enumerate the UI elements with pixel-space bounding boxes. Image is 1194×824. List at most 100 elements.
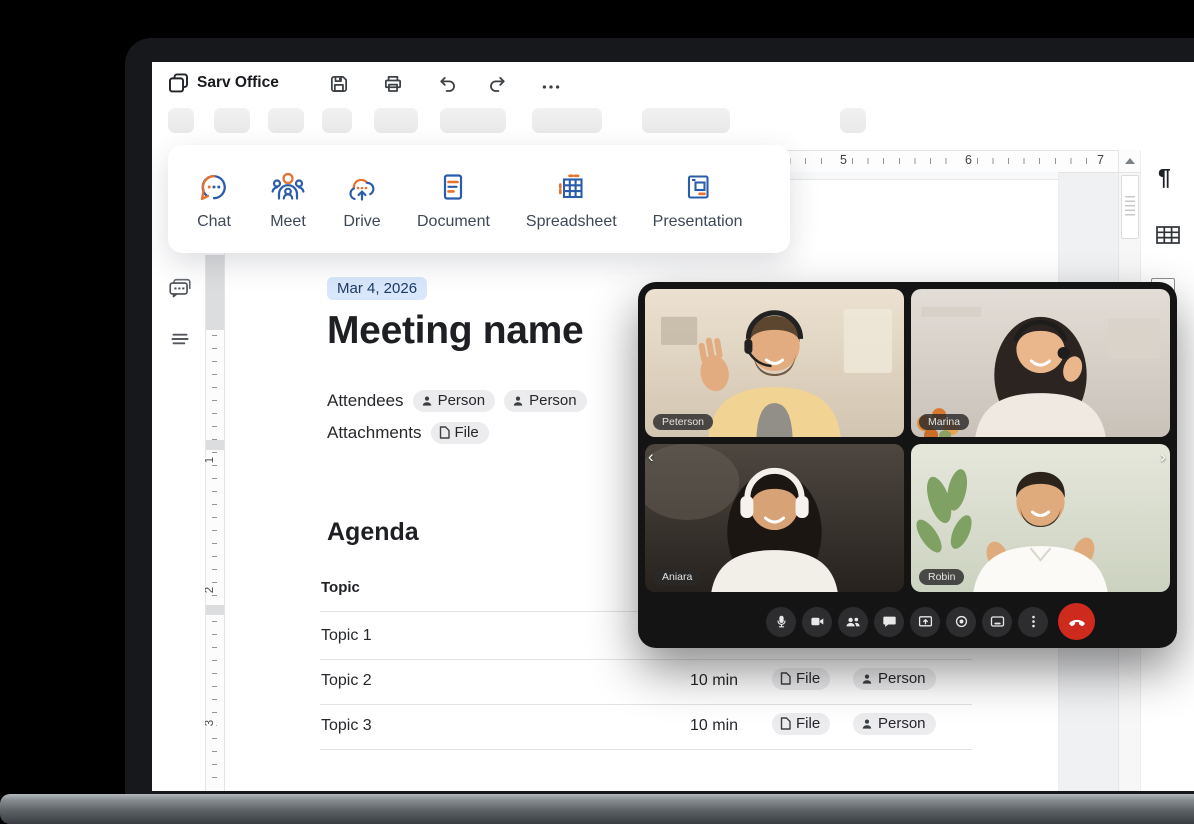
person-icon (861, 718, 873, 730)
end-call-button[interactable] (1058, 603, 1095, 640)
person-chip-label: Person (878, 670, 926, 687)
captions-button[interactable] (982, 607, 1012, 637)
participant-video-marina[interactable]: Marina (911, 289, 1170, 437)
redo-icon[interactable] (487, 73, 509, 95)
ruler-margin-shade (206, 255, 224, 330)
captions-icon (990, 614, 1005, 629)
attendees-row: Attendees Person Person (327, 390, 587, 412)
meet-icon (269, 168, 307, 206)
previous-participants-icon[interactable]: ‹ (648, 450, 654, 464)
laptop-base (0, 794, 1194, 824)
camera-button[interactable] (802, 607, 832, 637)
doc-title: Meeting name (327, 309, 583, 353)
next-participants-icon[interactable]: › (1160, 450, 1166, 464)
camera-icon (810, 614, 825, 629)
scrollbar-thumb[interactable] (1121, 175, 1139, 239)
participant-video-aniara[interactable]: Aniara (645, 444, 904, 592)
menu-pill (642, 108, 730, 133)
record-button[interactable] (946, 607, 976, 637)
launcher-item-document[interactable]: Document (417, 168, 490, 253)
ruler-number: 3 (204, 720, 216, 726)
table-row-duration: 10 min (690, 672, 738, 690)
ruler-band (206, 605, 224, 615)
launcher-item-meet[interactable]: Meet (269, 168, 307, 253)
person-chip[interactable]: Person (504, 390, 587, 412)
table-divider (320, 749, 972, 750)
attachments-row: Attachments File (327, 422, 489, 444)
launcher-item-drive[interactable]: Drive (343, 168, 381, 253)
participant-video-peterson[interactable]: Peterson (645, 289, 904, 437)
outline-icon[interactable] (167, 326, 193, 352)
file-chip-label: File (796, 715, 820, 732)
person-icon (861, 673, 873, 685)
file-chip[interactable]: File (772, 668, 830, 690)
titlebar: Sarv Office (152, 62, 1194, 106)
person-chip-label: Person (529, 392, 577, 409)
launcher-item-chat[interactable]: Chat (195, 168, 233, 253)
save-icon[interactable] (328, 73, 350, 95)
end-call-icon (1068, 613, 1086, 631)
more-options-icon[interactable] (540, 76, 562, 98)
microphone-icon (774, 614, 789, 629)
launcher-item-presentation[interactable]: Presentation (653, 168, 743, 253)
more-vertical-icon (1026, 614, 1041, 629)
person-chip-label: Person (878, 715, 926, 732)
table-icon[interactable] (1155, 224, 1181, 246)
record-icon (954, 614, 969, 629)
app-launcher-card: Chat Meet (168, 145, 790, 253)
more-controls-button[interactable] (1018, 607, 1048, 637)
comments-icon[interactable] (167, 276, 193, 302)
table-row-topic: Topic 2 (321, 672, 372, 690)
spreadsheet-icon (552, 168, 590, 206)
chat-button[interactable] (874, 607, 904, 637)
table-row-duration: 10 min (690, 717, 738, 735)
person-chip-label: Person (438, 392, 486, 409)
ruler-number: 5 (836, 153, 851, 167)
participant-name-tag: Aniara (653, 569, 701, 585)
ruler-number: 7 (1093, 153, 1108, 167)
file-chip-label: File (455, 424, 479, 441)
up-arrow-icon (1125, 158, 1135, 164)
person-chip[interactable]: Person (853, 713, 936, 735)
launcher-label: Presentation (653, 213, 743, 231)
file-chip[interactable]: File (431, 422, 489, 444)
person-chip[interactable]: Person (413, 390, 496, 412)
laptop-screen: Sarv Office (152, 62, 1194, 791)
menu-pill (440, 108, 506, 133)
table-row-topic: Topic 1 (321, 627, 372, 645)
file-chip-label: File (796, 670, 820, 687)
file-icon (780, 717, 791, 730)
participant-name-tag: Robin (919, 569, 964, 585)
file-icon (439, 426, 450, 439)
menu-pill (322, 108, 352, 133)
launcher-label: Document (417, 213, 490, 231)
ruler-number: 1 (204, 457, 216, 463)
attachments-label: Attachments (327, 423, 422, 443)
formatting-marks-icon[interactable]: ¶ (1158, 164, 1171, 191)
launcher-label: Spreadsheet (526, 213, 617, 231)
file-chip[interactable]: File (772, 713, 830, 735)
presentation-icon (679, 168, 717, 206)
participants-button[interactable] (838, 607, 868, 637)
microphone-button[interactable] (766, 607, 796, 637)
file-icon (780, 672, 791, 685)
participant-name-tag: Marina (919, 414, 969, 430)
document-icon (434, 168, 472, 206)
menu-pill (532, 108, 602, 133)
video-call-panel: Peterson Marina (638, 282, 1177, 648)
print-icon[interactable] (382, 73, 404, 95)
person-chip[interactable]: Person (853, 668, 936, 690)
undo-icon[interactable] (436, 73, 458, 95)
screen-share-icon (918, 614, 933, 629)
launcher-label: Drive (343, 213, 380, 231)
person-icon (421, 395, 433, 407)
launcher-item-spreadsheet[interactable]: Spreadsheet (526, 168, 617, 253)
scroll-up-button[interactable] (1119, 150, 1141, 173)
ruler-number: 2 (204, 587, 216, 593)
menu-pill (374, 108, 418, 133)
participant-video-robin[interactable]: Robin (911, 444, 1170, 592)
sarv-office-logo-icon (166, 71, 191, 96)
screen-share-button[interactable] (910, 607, 940, 637)
table-divider (320, 704, 972, 705)
date-badge[interactable]: Mar 4, 2026 (327, 277, 427, 300)
